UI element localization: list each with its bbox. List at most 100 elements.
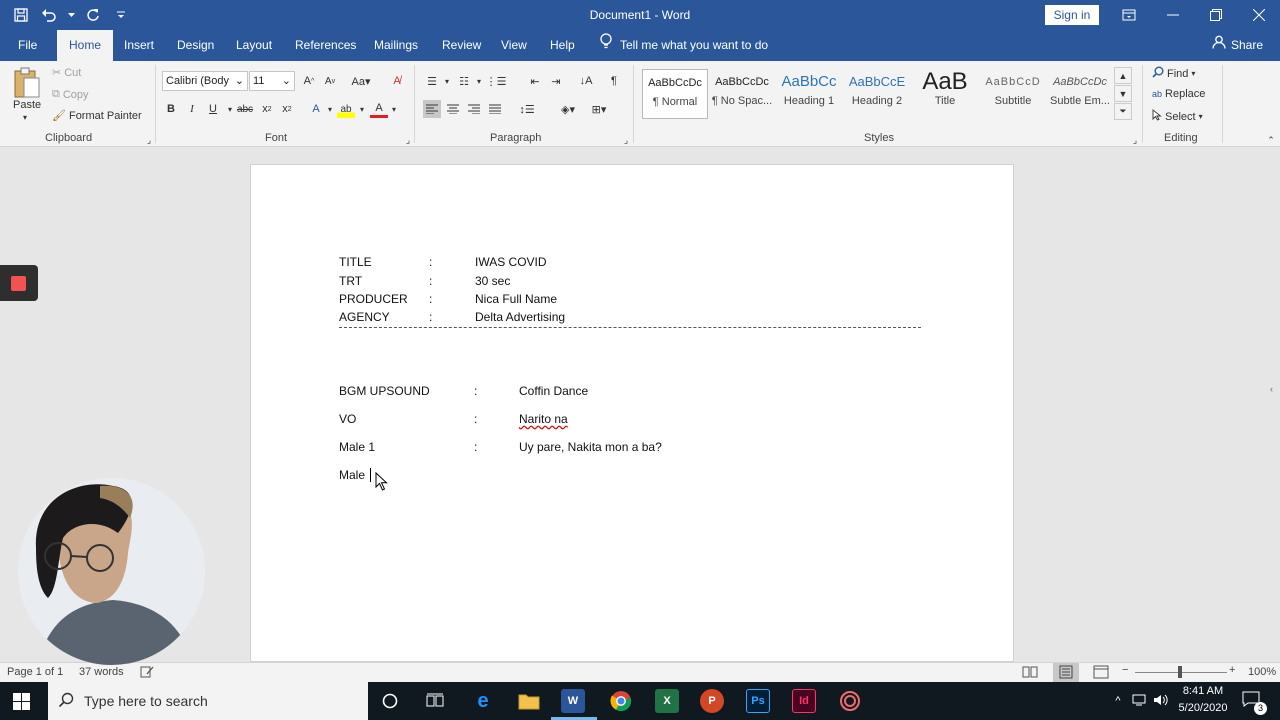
network-icon[interactable] (1128, 694, 1150, 709)
minimize-button[interactable] (1151, 0, 1195, 30)
sign-in-button[interactable]: Sign in (1045, 5, 1099, 25)
collapse-ribbon-icon[interactable]: ⌃ (1262, 131, 1280, 149)
copy-button[interactable]: ⧉ Copy (52, 88, 89, 101)
tab-review[interactable]: Review (442, 30, 481, 61)
chrome-icon[interactable] (609, 689, 633, 713)
edge-browser-icon[interactable]: e (471, 689, 495, 713)
subscript-icon[interactable]: x2 (258, 100, 276, 118)
tab-file[interactable]: File (18, 30, 37, 61)
font-size-combobox[interactable]: 11 ⌄ (249, 71, 295, 91)
justify-icon[interactable] (486, 100, 504, 118)
tab-layout[interactable]: Layout (236, 30, 272, 61)
style-subtitle[interactable]: AaBbCcD Subtitle (980, 69, 1046, 119)
proofing-icon[interactable] (140, 665, 154, 681)
bullets-dropdown-icon[interactable]: ▾ (438, 72, 456, 90)
format-painter-button[interactable]: 🖌 Format Painter (52, 109, 142, 123)
style-subtle-emphasis[interactable]: AaBbCcDc Subtle Em... (1047, 69, 1113, 119)
spiral-app-icon[interactable] (838, 689, 862, 713)
sort-icon[interactable]: ↓A (577, 72, 595, 90)
shading-icon[interactable]: ◈▾ (555, 100, 581, 118)
search-icon (1152, 66, 1164, 81)
tab-design[interactable]: Design (177, 30, 214, 61)
styles-scroll-up-icon[interactable]: ▲ (1114, 67, 1132, 84)
page-count[interactable]: Page 1 of 1 (7, 666, 63, 678)
font-name-combobox[interactable]: Calibri (Body ⌄ (162, 71, 248, 91)
decrease-indent-icon[interactable]: ⇤ (526, 72, 544, 90)
screen-recording-stop-button[interactable] (0, 265, 38, 301)
web-layout-icon[interactable] (1093, 665, 1109, 682)
word-app-icon[interactable]: W (561, 689, 585, 713)
tab-insert[interactable]: Insert (124, 30, 154, 61)
clear-formatting-icon[interactable]: A̸ (388, 72, 406, 90)
clipboard-icon[interactable] (12, 65, 44, 101)
italic-icon[interactable]: I (183, 100, 201, 118)
clock-date[interactable]: 5/20/2020 (1172, 702, 1234, 714)
windows-icon[interactable] (13, 693, 30, 713)
field-label-title: TITLE (339, 255, 372, 269)
style-heading-2[interactable]: AaBbCcE Heading 2 (844, 69, 910, 119)
share-button[interactable]: Share (1212, 30, 1263, 61)
tab-mailings[interactable]: Mailings (374, 30, 418, 61)
style-normal[interactable]: AaBbCcDc ¶ Normal (642, 69, 708, 119)
line-spacing-icon[interactable]: ↕☰ (514, 100, 540, 118)
highlight-dropdown-icon[interactable]: ▾ (353, 100, 371, 118)
shrink-font-icon[interactable]: Av (321, 72, 339, 90)
scroll-arrow-icon[interactable]: ‹ (1270, 384, 1273, 394)
indesign-app-icon[interactable]: Id (792, 689, 816, 713)
change-case-icon[interactable]: Aa▾ (348, 72, 374, 90)
tab-view[interactable]: View (501, 30, 527, 61)
ribbon-display-options-button[interactable] (1107, 0, 1151, 30)
styles-scroll-down-icon[interactable]: ▼ (1114, 85, 1132, 102)
powerpoint-app-icon[interactable]: P (700, 689, 724, 713)
read-mode-icon[interactable] (1022, 665, 1038, 682)
align-center-icon[interactable] (444, 100, 462, 118)
zoom-level[interactable]: 100% (1248, 666, 1276, 678)
tab-references[interactable]: References (295, 30, 356, 61)
excel-app-icon[interactable]: X (655, 689, 679, 713)
select-button[interactable]: Select ▾ (1152, 109, 1203, 124)
chevron-up-icon[interactable]: ^ (1108, 695, 1128, 707)
taskbar-search-box[interactable]: Type here to search (48, 682, 368, 720)
font-color-dropdown-icon[interactable]: ▾ (385, 100, 403, 118)
paste-dropdown-icon[interactable]: ▾ (23, 113, 27, 122)
tab-help[interactable]: Help (550, 30, 575, 61)
zoom-in-button[interactable]: + (1229, 664, 1235, 676)
bold-icon[interactable]: B (162, 100, 180, 118)
task-view-icon[interactable] (423, 689, 447, 713)
superscript-icon[interactable]: x2 (278, 100, 296, 118)
close-button[interactable] (1237, 0, 1280, 30)
search-icon (58, 692, 74, 711)
paste-button[interactable]: Paste (13, 99, 41, 111)
cut-button[interactable]: ✂ Cut (52, 66, 81, 80)
style-heading-1[interactable]: AaBbCc Heading 1 (776, 69, 842, 119)
paintbrush-icon: 🖌 (52, 110, 66, 122)
borders-icon[interactable]: ⊞▾ (586, 100, 612, 118)
photoshop-app-icon[interactable]: Ps (746, 689, 770, 713)
grow-font-icon[interactable]: A ^ (300, 72, 318, 90)
volume-icon[interactable] (1150, 694, 1172, 709)
style-title[interactable]: AaB Title (912, 69, 978, 119)
tab-home[interactable]: Home (57, 30, 114, 61)
multilevel-list-icon[interactable]: ⋮☰ (486, 72, 507, 90)
show-formatting-marks-icon[interactable]: ¶ (605, 72, 623, 90)
restore-button[interactable] (1194, 0, 1238, 30)
word-count[interactable]: 37 words (79, 666, 124, 678)
clock-time[interactable]: 8:41 AM (1172, 685, 1234, 697)
print-layout-icon[interactable] (1053, 663, 1079, 682)
file-explorer-icon[interactable] (517, 689, 541, 713)
strikethrough-icon[interactable]: abc (236, 100, 254, 118)
underline-icon[interactable]: U (204, 100, 222, 118)
cortana-icon[interactable] (378, 689, 402, 713)
document-page[interactable] (250, 164, 1014, 662)
styles-gallery-more-icon[interactable]: ⏷ (1114, 103, 1132, 120)
zoom-slider-thumb[interactable] (1178, 666, 1182, 678)
field-value-trt: 30 sec (475, 274, 511, 288)
zoom-out-button[interactable]: − (1122, 664, 1128, 676)
align-left-icon[interactable] (423, 100, 441, 118)
find-button[interactable]: Find ▾ (1152, 66, 1195, 81)
style-no-spacing[interactable]: AaBbCcDc ¶ No Spac... (709, 69, 775, 119)
replace-button[interactable]: ab Replace (1152, 88, 1205, 100)
increase-indent-icon[interactable]: ⇥ (547, 72, 565, 90)
align-right-icon[interactable] (465, 100, 483, 118)
tell-me-search[interactable]: Tell me what you want to do (600, 30, 768, 61)
